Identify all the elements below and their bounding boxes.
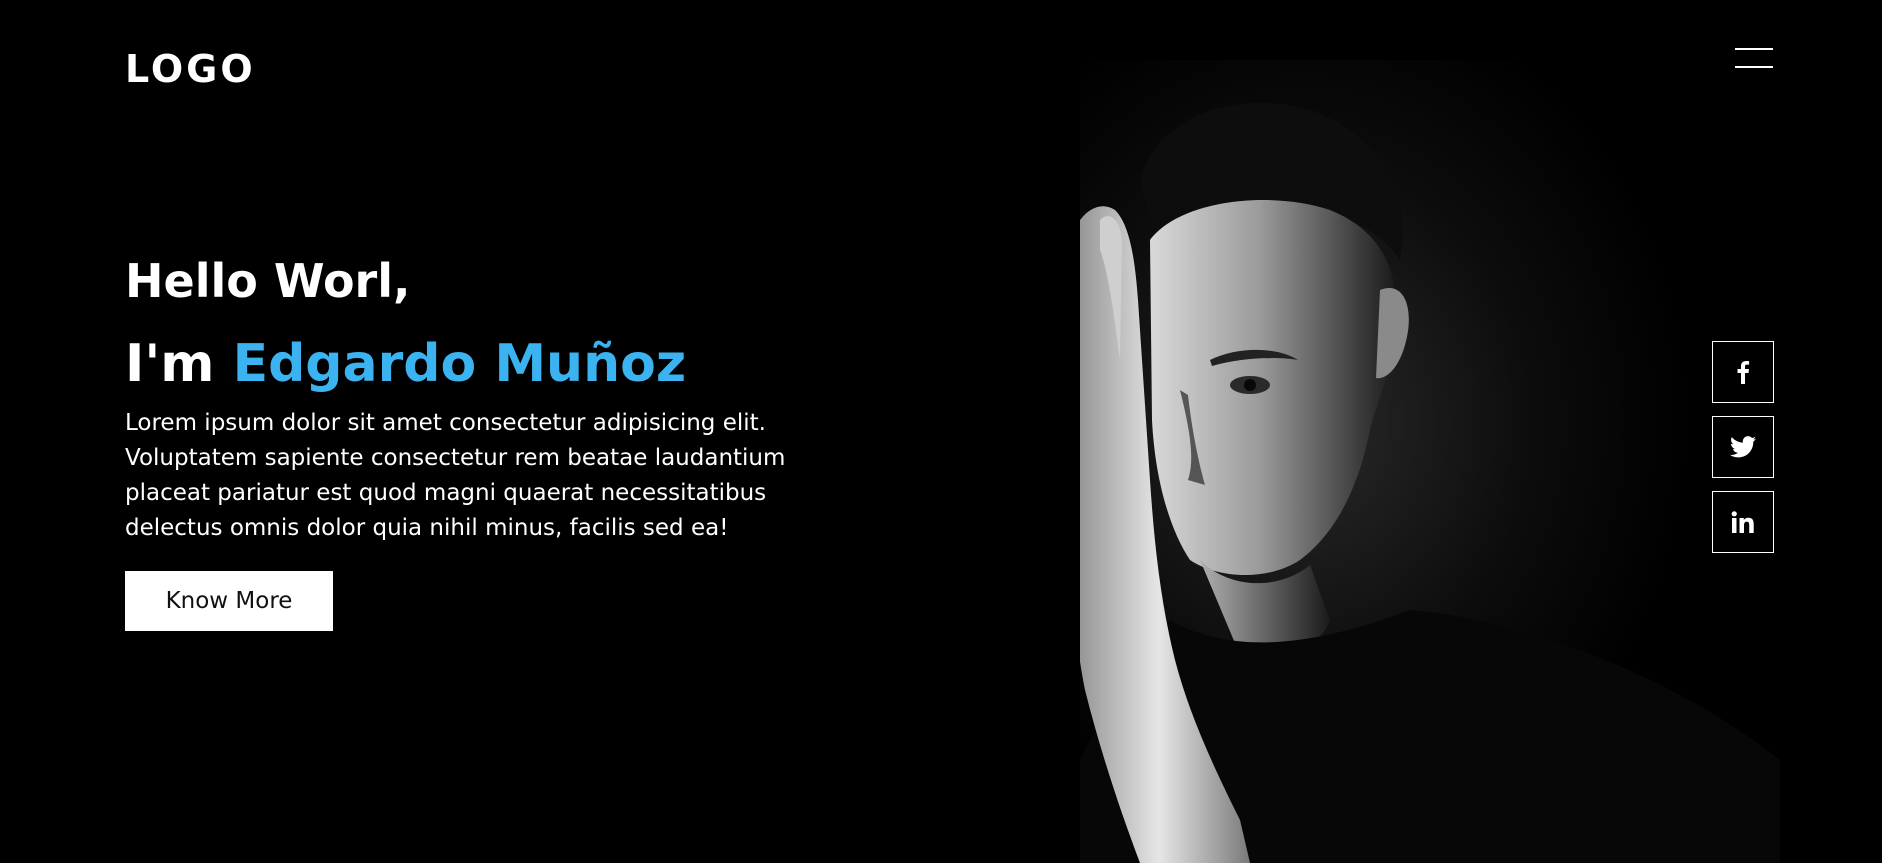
know-more-button[interactable]: Know More <box>125 571 333 631</box>
linkedin-icon <box>1731 511 1755 533</box>
linkedin-link[interactable] <box>1712 491 1774 553</box>
hero-greeting: Hello Worl, <box>125 254 411 308</box>
hero-name: Edgardo Muñoz <box>232 334 687 394</box>
menu-bar-bottom <box>1735 66 1773 68</box>
hero-portrait-image <box>1080 60 1780 863</box>
facebook-link[interactable] <box>1712 341 1774 403</box>
social-links <box>1712 341 1774 566</box>
twitter-link[interactable] <box>1712 416 1774 478</box>
hero-intro: I'm Edgardo Muñoz <box>125 332 845 396</box>
intro-prefix: I'm <box>125 334 215 394</box>
hero-description: Lorem ipsum dolor sit amet consectetur a… <box>125 410 786 541</box>
facebook-icon <box>1736 360 1750 384</box>
landing-page: LOGO Hello Worl, I'm Edgardo Muñoz Lorem… <box>0 0 1882 863</box>
hamburger-menu-icon[interactable] <box>1735 44 1773 72</box>
logo[interactable]: LOGO <box>125 46 256 92</box>
hero-section: Hello Worl, I'm Edgardo Muñoz Lorem ipsu… <box>125 250 845 631</box>
menu-bar-top <box>1735 48 1773 50</box>
twitter-icon <box>1730 436 1756 458</box>
